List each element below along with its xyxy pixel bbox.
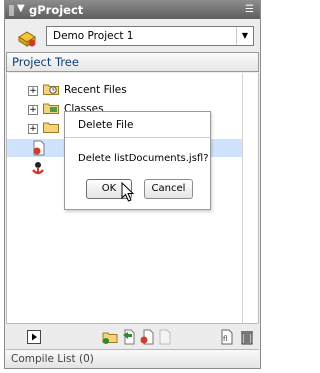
compile-list-bar[interactable]: Compile List (0) [6,349,259,368]
add-file-icon[interactable] [121,329,137,345]
trash-icon[interactable] [239,329,255,345]
project-selector-row: Demo Project 1 ▼ [5,19,260,53]
flash-icon [32,162,44,175]
file-properties-icon[interactable] [157,329,173,345]
panel-menu-icon[interactable]: ☰ [245,4,254,15]
mouse-cursor-icon [121,182,135,202]
svg-text:fl: fl [223,335,227,343]
chevron-down-icon[interactable]: ▼ [236,27,253,45]
panel-titlebar[interactable]: ▼ gProject ☰ [5,1,260,19]
expand-icon[interactable]: + [28,105,38,115]
expand-icon[interactable]: + [28,86,38,96]
grip-icon[interactable] [9,5,14,16]
project-icon [18,31,36,47]
project-tree-title: Project Tree [12,55,79,69]
cancel-button[interactable]: Cancel [144,179,193,199]
bottom-toolbar: fl [6,323,259,349]
tree-row-recent-files[interactable]: + Recent Files [7,81,245,99]
compile-list-label: Compile List (0) [11,353,94,365]
classes-icon [43,103,59,114]
dialog-message: Delete listDocuments.jsfl? [78,153,209,164]
folder-icon [43,122,59,133]
project-tree-header: Project Tree [6,52,259,72]
panel-title: gProject [29,3,84,17]
tree-row-label: Recent Files [64,84,127,96]
delete-file-icon[interactable] [139,329,155,345]
project-dropdown[interactable]: Demo Project 1 ▼ [46,26,254,46]
project-dropdown-value: Demo Project 1 [53,30,134,42]
collapse-arrow-icon[interactable]: ▼ [17,3,25,14]
compile-icon[interactable]: fl [219,329,235,345]
folder-icon [43,84,59,95]
run-icon[interactable] [26,329,42,345]
dialog-title: Delete File [78,119,134,131]
expand-icon[interactable]: + [28,124,38,134]
dialog-titlebar: Delete File [65,112,210,138]
tree-scrollbar[interactable] [242,73,258,323]
document-icon [33,140,45,156]
delete-file-dialog: Delete File Delete listDocuments.jsfl? O… [64,111,211,210]
new-folder-icon[interactable] [102,329,118,345]
